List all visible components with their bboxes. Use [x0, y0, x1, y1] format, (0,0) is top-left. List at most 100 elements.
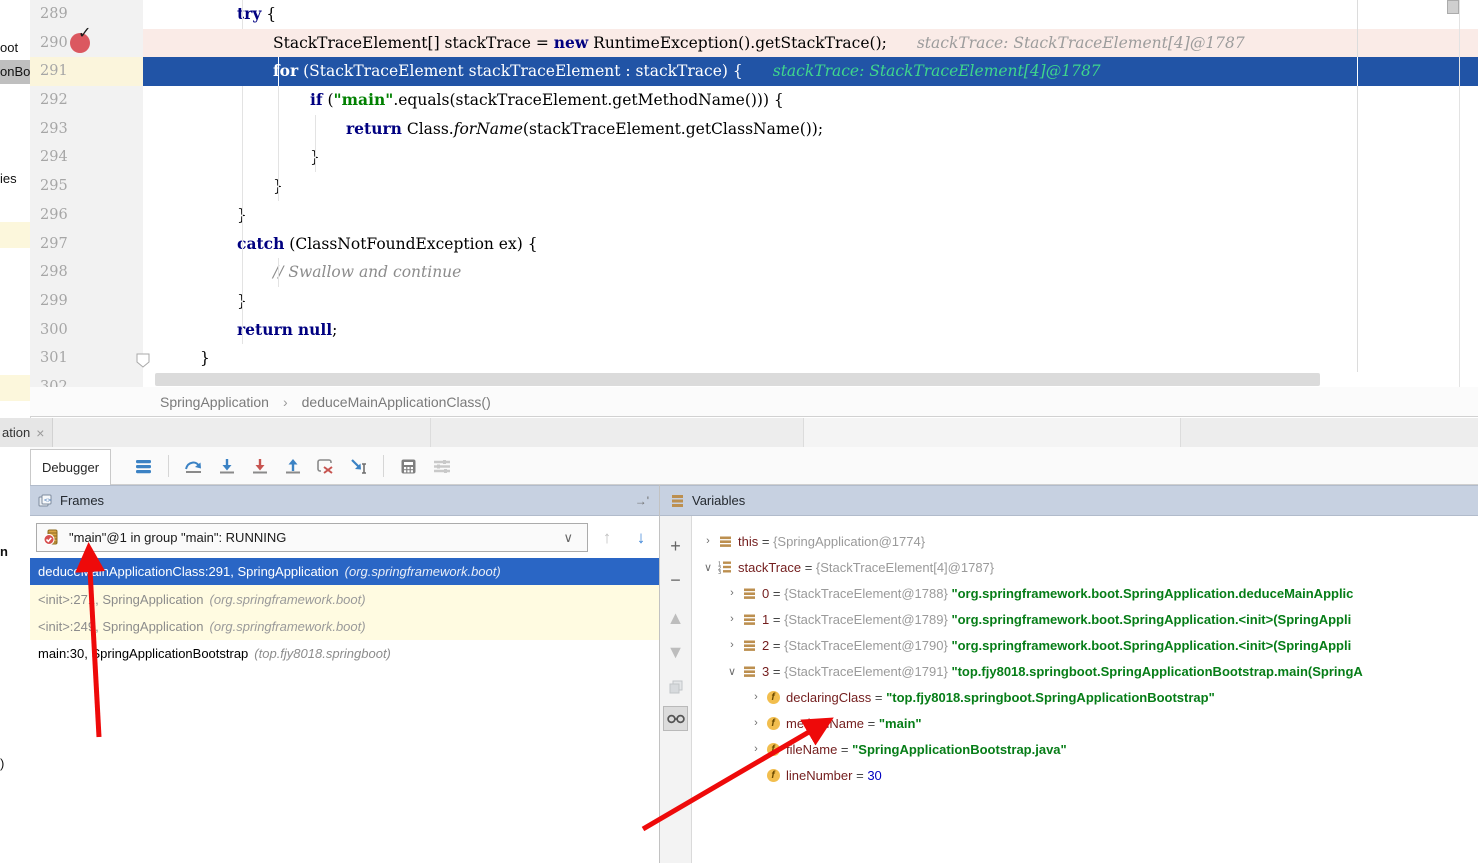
code-token: (ClassNotFoundException ex) {	[284, 235, 537, 253]
project-tree-item[interactable]: oot	[0, 36, 30, 60]
breadcrumb-method[interactable]: deduceMainApplicationClass()	[302, 394, 491, 410]
variable-row-methodName[interactable]: ›fmethodName = "main"	[692, 710, 1478, 736]
equals-sign: =	[852, 768, 867, 783]
variables-panel-title: Variables	[692, 493, 745, 508]
code-line-295[interactable]: 295}	[30, 172, 1478, 201]
dock-icon[interactable]: →'	[635, 494, 649, 508]
tabbar-separator	[430, 418, 431, 447]
chevron-collapsed-icon[interactable]: ›	[748, 691, 764, 703]
stack-frame-row[interactable]: deduceMainApplicationClass:291, SpringAp…	[30, 558, 659, 585]
frame-package: (top.fjy8018.springboot)	[254, 646, 391, 661]
variable-row-this[interactable]: ›this = {SpringApplication@1774}	[692, 528, 1478, 554]
move-down-button[interactable]: ▼	[663, 640, 688, 665]
editor-vscrollbar-thumb[interactable]	[1447, 0, 1459, 14]
code-line-301[interactable]: 301}	[30, 344, 1478, 373]
stack-frame-row[interactable]: main:30, SpringApplicationBootstrap(top.…	[30, 640, 659, 667]
project-tree-item[interactable]: ies	[0, 167, 30, 191]
run-to-cursor-button[interactable]	[347, 455, 370, 478]
code-line-297[interactable]: 297catch (ClassNotFoundException ex) {	[30, 230, 1478, 259]
chevron-expanded-icon[interactable]: ∨	[700, 561, 716, 574]
code-line-294[interactable]: 294}	[30, 143, 1478, 172]
stack-frame-row[interactable]: <init>:271, SpringApplication(org.spring…	[30, 585, 659, 612]
project-tree-item[interactable]: onBoot	[0, 60, 30, 84]
chevron-collapsed-icon[interactable]: ›	[748, 717, 764, 729]
code-text: for (StackTraceElement stackTraceElement…	[158, 57, 1478, 86]
project-tree-item[interactable]: n	[0, 540, 30, 564]
object-icon	[740, 587, 758, 600]
toolbar-separator	[383, 455, 384, 477]
line-number: 291	[30, 57, 143, 86]
chevron-collapsed-icon[interactable]: ›	[700, 535, 716, 547]
chevron-collapsed-icon[interactable]: ›	[748, 743, 764, 755]
show-execution-point-button[interactable]	[132, 455, 155, 478]
fold-column	[143, 316, 158, 345]
code-token: if	[310, 90, 323, 109]
move-up-button[interactable]: ▲	[663, 606, 688, 631]
code-line-293[interactable]: 293return Class.forName(stackTraceElemen…	[30, 115, 1478, 144]
chevron-down-icon[interactable]: ∨	[563, 530, 573, 546]
field-icon: f	[764, 743, 782, 756]
code-text: // Swallow and continue	[158, 258, 1478, 287]
line-number: 296	[30, 201, 143, 230]
chevron-collapsed-icon[interactable]: ›	[724, 587, 740, 599]
variable-row-3[interactable]: ∨3 = {StackTraceElement@1791} "top.fjy80…	[692, 658, 1478, 684]
code-line-291[interactable]: 291 for (StackTraceElement stackTraceElem…	[30, 57, 1478, 86]
tabbar-separator	[803, 418, 804, 447]
indent-guide	[315, 115, 316, 172]
breadcrumb-class[interactable]: SpringApplication	[160, 394, 269, 410]
code-line-296[interactable]: 296}	[30, 201, 1478, 230]
project-tree-highlight	[0, 222, 30, 248]
thread-selector[interactable]: "main"@1 in group "main": RUNNING ∨	[36, 523, 588, 552]
show-watches-button[interactable]	[663, 706, 688, 731]
variable-row-2[interactable]: ›2 = {StackTraceElement@1790} "org.sprin…	[692, 632, 1478, 658]
chevron-collapsed-icon[interactable]: ›	[724, 613, 740, 625]
code-line-292[interactable]: 292if ("main".equals(stackTraceElement.g…	[30, 86, 1478, 115]
code-line-290[interactable]: 290✓ StackTraceElement[] stackTrace = new…	[30, 29, 1478, 58]
right-margin-guide	[1357, 0, 1358, 372]
variable-row-stackTrace[interactable]: ∨123stackTrace = {StackTraceElement[4]@1…	[692, 554, 1478, 580]
editor-vscrollbar-track	[1459, 0, 1460, 387]
variable-row-lineNumber[interactable]: flineNumber = 30	[692, 762, 1478, 788]
code-token: new	[554, 33, 588, 52]
step-over-button[interactable]	[182, 455, 205, 478]
code-line-298[interactable]: 298// Swallow and continue	[30, 258, 1478, 287]
code-line-299[interactable]: 299}	[30, 287, 1478, 316]
next-frame-button[interactable]: ↓	[628, 525, 654, 551]
close-icon[interactable]: ×	[36, 425, 44, 441]
code-text: }	[158, 201, 1478, 230]
fold-column	[143, 344, 158, 373]
previous-frame-button[interactable]: ↑	[594, 525, 620, 551]
force-step-into-button[interactable]	[248, 455, 271, 478]
chevron-expanded-icon[interactable]: ∨	[724, 665, 740, 678]
code-line-300[interactable]: 300return null;	[30, 316, 1478, 345]
step-out-button[interactable]	[281, 455, 304, 478]
drop-frame-button[interactable]	[314, 455, 337, 478]
field-icon: f	[767, 743, 780, 756]
tab-application[interactable]: ation ×	[0, 418, 53, 447]
variable-row-1[interactable]: ›1 = {StackTraceElement@1789} "org.sprin…	[692, 606, 1478, 632]
evaluate-expression-button[interactable]	[397, 455, 420, 478]
code-text: StackTraceElement[] stackTrace = new Run…	[158, 29, 1478, 58]
layout-settings-button[interactable]	[430, 455, 453, 478]
duplicate-watch-button[interactable]	[663, 674, 688, 699]
tab-debugger[interactable]: Debugger	[30, 449, 111, 485]
variable-value: {StackTraceElement@1791}	[784, 664, 951, 679]
chevron-collapsed-icon[interactable]: ›	[724, 639, 740, 651]
variable-value: {StackTraceElement@1789}	[784, 612, 951, 627]
breakpoint-check-icon: ✓	[78, 26, 94, 40]
stack-frame-row[interactable]: <init>:249, SpringApplication(org.spring…	[30, 613, 659, 640]
project-tree-item[interactable]: )	[0, 752, 30, 776]
variable-value: 30	[867, 768, 881, 783]
code-line-289[interactable]: 289try {	[30, 0, 1478, 29]
variable-row-fileName[interactable]: ›ffileName = "SpringApplicationBootstrap…	[692, 736, 1478, 762]
fold-end-marker-icon[interactable]	[136, 350, 150, 365]
step-into-button[interactable]	[215, 455, 238, 478]
fold-column	[143, 29, 158, 58]
editor-hscrollbar-thumb[interactable]	[155, 373, 1320, 386]
variable-row-0[interactable]: ›0 = {StackTraceElement@1788} "org.sprin…	[692, 580, 1478, 606]
variable-row-declaringClass[interactable]: ›fdeclaringClass = "top.fjy8018.springbo…	[692, 684, 1478, 710]
line-number: 290✓	[30, 29, 143, 58]
code-editor[interactable]: 289try {290✓ StackTraceElement[] stackTra…	[30, 0, 1478, 387]
remove-watch-button[interactable]: −	[663, 568, 688, 593]
add-watch-button[interactable]: +	[663, 534, 688, 559]
